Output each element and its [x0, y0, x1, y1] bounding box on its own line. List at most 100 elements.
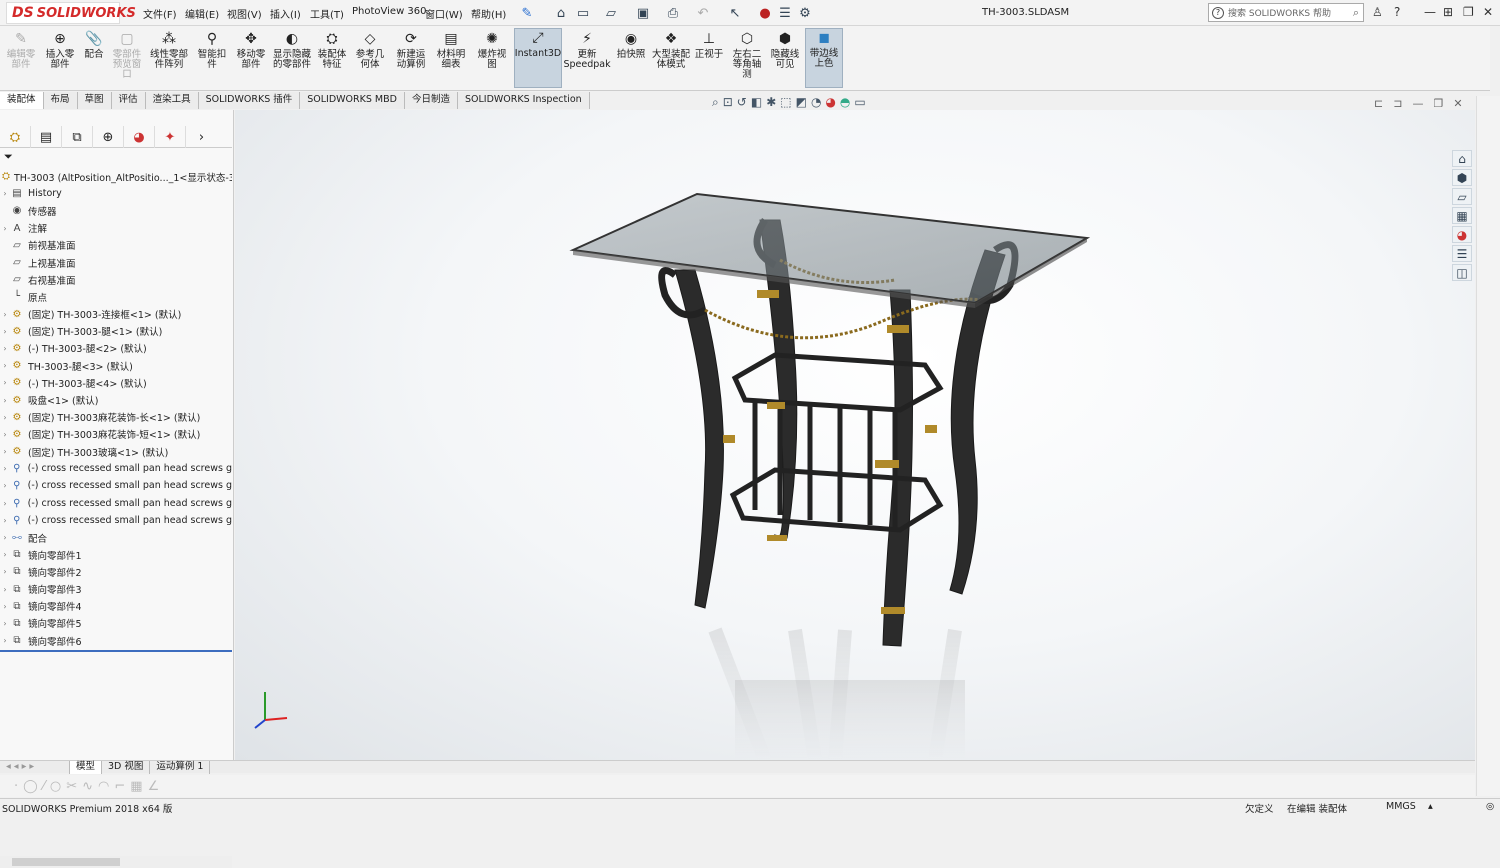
- move-component-button[interactable]: ✥ 移动零部件: [233, 30, 269, 70]
- custom-properties-icon[interactable]: ☰: [1452, 245, 1472, 262]
- help-search-input[interactable]: ? 搜索 SOLIDWORKS 帮助 ⌕: [1208, 3, 1364, 22]
- previous-view-icon[interactable]: ↺: [737, 95, 747, 113]
- trim-icon[interactable]: ✂: [66, 779, 77, 794]
- menu-window[interactable]: 窗口(W): [425, 6, 463, 21]
- tree-item[interactable]: ▱ 前视基准面: [0, 237, 232, 254]
- expand-chevron-icon[interactable]: ›: [0, 344, 10, 353]
- menu-edit[interactable]: 编辑(E): [185, 6, 219, 21]
- expand-chevron-icon[interactable]: ›: [0, 533, 10, 542]
- user-icon[interactable]: ♙: [1372, 5, 1383, 19]
- tab-mbd[interactable]: SOLIDWORKS MBD: [300, 92, 405, 109]
- expand-chevron-icon[interactable]: ›: [0, 550, 10, 559]
- view-orientation-icon[interactable]: ⬚: [780, 95, 791, 113]
- options-gear-icon[interactable]: ⚙: [796, 4, 814, 22]
- tree-item[interactable]: › ⚙ (固定) TH-3003麻花装饰-长<1> (默认): [0, 409, 232, 426]
- snapshot-button[interactable]: ◉ 拍快照: [614, 30, 648, 60]
- tree-item[interactable]: › ⚙ 吸盘<1> (默认): [0, 391, 232, 408]
- graphics-area[interactable]: [235, 110, 1475, 763]
- close-icon[interactable]: ✕: [1483, 5, 1493, 19]
- filter-icon[interactable]: ⏷: [4, 150, 13, 164]
- feature-manager-icon[interactable]: ⛭: [0, 126, 31, 148]
- tree-item[interactable]: › ⚙ (-) TH-3003-腿<2> (默认): [0, 340, 232, 357]
- apply-scene-icon[interactable]: ◓: [840, 95, 850, 113]
- menu-photoview[interactable]: PhotoView 360: [352, 6, 427, 17]
- select-arrow-icon[interactable]: ↖: [726, 4, 744, 22]
- appearances-icon[interactable]: ◕: [1452, 226, 1472, 243]
- normal-to-button[interactable]: ⊥ 正视于: [692, 30, 726, 60]
- tree-item[interactable]: › ⚲ (-) cross recessed small pan head scre…: [0, 512, 232, 529]
- reference-geometry-button[interactable]: ◇ 参考几何体: [352, 30, 388, 70]
- bom-button[interactable]: ▤ 材料明细表: [433, 30, 469, 70]
- expand-chevron-icon[interactable]: ›: [0, 189, 10, 198]
- dimetric-button[interactable]: ⬡ 左右二等角轴测: [729, 30, 765, 80]
- unit-system[interactable]: MMGS: [1386, 801, 1416, 812]
- expand-chevron-icon[interactable]: ›: [0, 327, 10, 336]
- tab-evaluate[interactable]: 评估: [111, 92, 146, 109]
- tree-item[interactable]: › ⧉ 镜向零部件6: [0, 632, 232, 649]
- print-icon[interactable]: ⎙: [664, 4, 682, 22]
- large-assembly-mode-button[interactable]: ❖ 大型装配体模式: [652, 30, 690, 70]
- menu-file[interactable]: 文件(F): [143, 6, 177, 21]
- component-preview-button[interactable]: ▢ 零部件预览窗口: [110, 30, 144, 80]
- expand-chevron-icon[interactable]: ›: [0, 224, 10, 233]
- show-hidden-components-button[interactable]: ◐ 显示隐藏的零部件: [273, 30, 311, 70]
- tree-item[interactable]: › ⚙ (固定) TH-3003-连接框<1> (默认): [0, 306, 232, 323]
- expand-pane-icon[interactable]: ›: [186, 126, 217, 148]
- expand-chevron-icon[interactable]: ›: [0, 585, 10, 594]
- expand-chevron-icon[interactable]: ›: [0, 378, 10, 387]
- pin-icon[interactable]: ✎: [518, 4, 536, 22]
- tree-item[interactable]: › ⚙ (固定) TH-3003麻花装饰-短<1> (默认): [0, 426, 232, 443]
- viewport-minimize-icon[interactable]: —: [1412, 97, 1423, 110]
- expand-chevron-icon[interactable]: ›: [0, 430, 10, 439]
- hide-show-items-icon[interactable]: ◔: [811, 95, 821, 113]
- open-folder-icon[interactable]: ▱: [602, 4, 620, 22]
- arc-icon[interactable]: ◠: [98, 779, 109, 794]
- configuration-manager-icon[interactable]: ⧉: [62, 126, 93, 148]
- tab-render-tools[interactable]: 渲染工具: [145, 92, 199, 109]
- tab-assembly[interactable]: 装配体: [0, 92, 44, 109]
- dynamic-annotation-icon[interactable]: ✱: [766, 95, 776, 113]
- tab-layout[interactable]: 布局: [43, 92, 78, 109]
- expand-chevron-icon[interactable]: ›: [0, 602, 10, 611]
- solidworks-logo[interactable]: DS SOLIDWORKS: [6, 2, 136, 24]
- expand-chevron-icon[interactable]: ›: [0, 619, 10, 628]
- viewport-tile-icon[interactable]: ⊏: [1374, 97, 1383, 110]
- tab-nav-arrows[interactable]: ◂ ◂ ▸ ▸: [0, 760, 70, 774]
- forum-icon[interactable]: ◫: [1452, 264, 1472, 281]
- minimize-icon[interactable]: —: [1424, 5, 1436, 19]
- viewport-close-icon[interactable]: ✕: [1453, 97, 1462, 110]
- viewport-tile2-icon[interactable]: ⊐: [1393, 97, 1402, 110]
- unit-dropdown-icon[interactable]: ▴: [1428, 801, 1433, 812]
- view-palette-icon[interactable]: ▦: [1452, 207, 1472, 224]
- tab-3d-views[interactable]: 3D 视图: [102, 760, 151, 774]
- file-properties-icon[interactable]: ☰: [776, 4, 794, 22]
- save-icon[interactable]: ▣: [634, 4, 652, 22]
- expand-chevron-icon[interactable]: ›: [0, 361, 10, 370]
- zoom-to-area-icon[interactable]: ⊡: [723, 95, 733, 113]
- expand-chevron-icon[interactable]: ›: [0, 310, 10, 319]
- expand-chevron-icon[interactable]: ›: [0, 396, 10, 405]
- tree-item[interactable]: › ▤ History: [0, 185, 232, 202]
- resources-home-icon[interactable]: ⌂: [1452, 150, 1472, 167]
- expand-chevron-icon[interactable]: ›: [0, 567, 10, 576]
- property-manager-icon[interactable]: ▤: [31, 126, 62, 148]
- grid-icon[interactable]: ▦: [130, 779, 142, 794]
- menu-tools[interactable]: 工具(T): [310, 6, 344, 21]
- file-explorer-icon[interactable]: ▱: [1452, 188, 1472, 205]
- scrollbar-thumb[interactable]: [12, 858, 120, 866]
- expand-chevron-icon[interactable]: ›: [0, 516, 10, 525]
- view-settings-icon[interactable]: ▭: [854, 95, 865, 113]
- instant3d-button[interactable]: ⤢ Instant3D: [514, 28, 562, 88]
- angle-icon[interactable]: ∠: [148, 779, 160, 794]
- new-document-icon[interactable]: ▭: [574, 4, 592, 22]
- tree-item[interactable]: └ 原点: [0, 288, 232, 305]
- home-icon[interactable]: ⌂: [552, 4, 570, 22]
- spline-icon[interactable]: ∿: [82, 779, 93, 794]
- undo-icon[interactable]: ↶: [694, 4, 712, 22]
- display-manager-icon[interactable]: ◕: [124, 126, 155, 148]
- menu-view[interactable]: 视图(V): [227, 6, 262, 21]
- tree-item[interactable]: › ⧉ 镜向零部件3: [0, 581, 232, 598]
- tree-item[interactable]: ▱ 上视基准面: [0, 254, 232, 271]
- menu-insert[interactable]: 插入(I): [270, 6, 301, 21]
- menu-help[interactable]: 帮助(H): [471, 6, 506, 21]
